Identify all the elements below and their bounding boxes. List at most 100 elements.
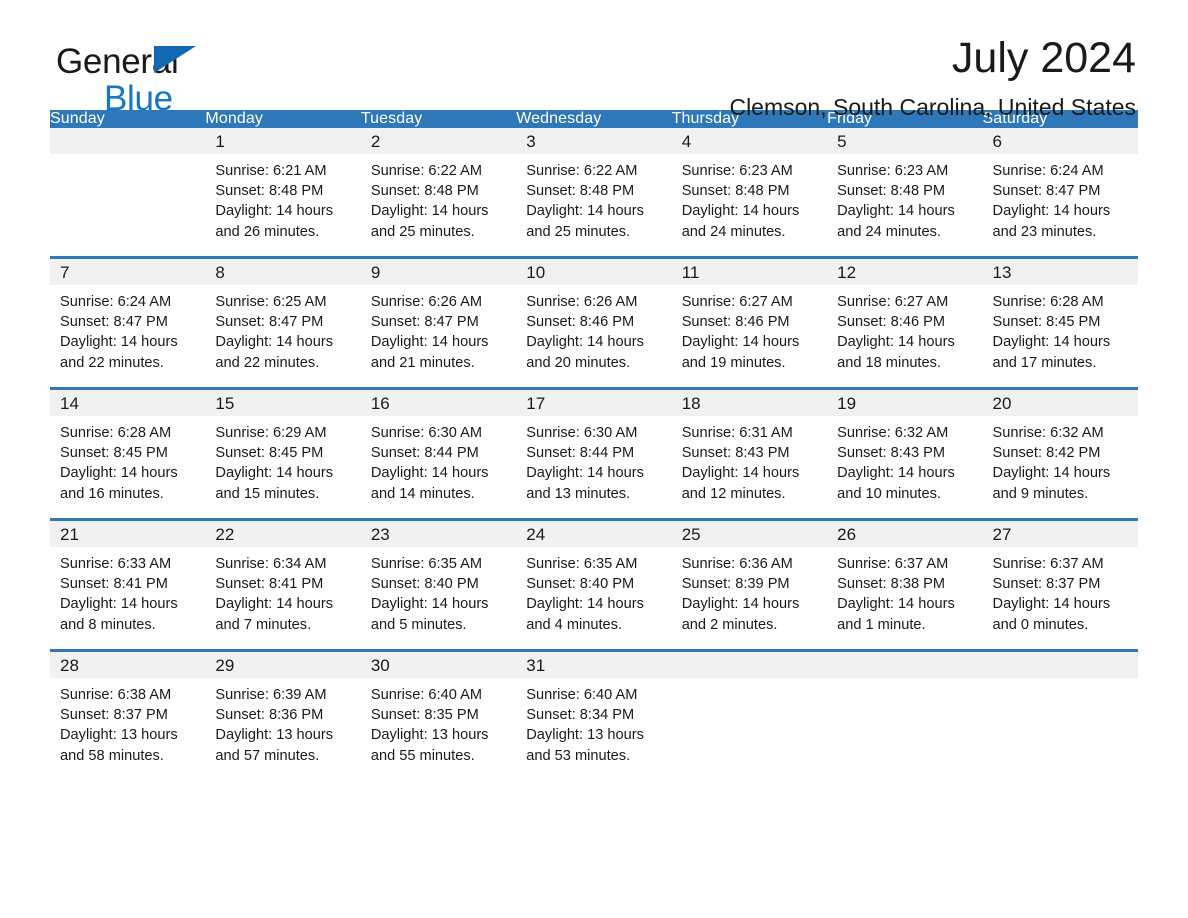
day-cell[interactable]: 9 Sunrise: 6:26 AM Sunset: 8:47 PM Dayli…: [360, 256, 517, 389]
day-number: 2: [360, 128, 517, 154]
day-cell[interactable]: 8 Sunrise: 6:25 AM Sunset: 8:47 PM Dayli…: [205, 256, 361, 389]
day-cell[interactable]: 20 Sunrise: 6:32 AM Sunset: 8:42 PM Dayl…: [982, 387, 1138, 520]
day-number: 1: [205, 128, 361, 154]
day-cell[interactable]: 4 Sunrise: 6:23 AM Sunset: 8:48 PM Dayli…: [671, 128, 828, 258]
day-cell[interactable]: 11 Sunrise: 6:27 AM Sunset: 8:46 PM Dayl…: [671, 256, 828, 389]
day-number: [982, 652, 1138, 678]
day-number: 31: [516, 652, 672, 678]
weekday-header-monday: Monday: [205, 110, 361, 128]
day-details: Sunrise: 6:26 AM Sunset: 8:46 PM Dayligh…: [526, 294, 644, 371]
day-details: Sunrise: 6:37 AM Sunset: 8:38 PM Dayligh…: [837, 556, 955, 633]
day-details: Sunrise: 6:24 AM Sunset: 8:47 PM Dayligh…: [992, 163, 1111, 240]
day-cell[interactable]: 3 Sunrise: 6:22 AM Sunset: 8:48 PM Dayli…: [516, 128, 672, 258]
generalblue-logo[interactable]: General Blue: [56, 44, 196, 116]
day-number: 30: [360, 652, 517, 678]
day-details: [827, 678, 982, 685]
day-number: 29: [205, 652, 361, 678]
day-number: 9: [360, 259, 517, 285]
page-title: July 2024: [951, 34, 1136, 82]
day-cell[interactable]: 26 Sunrise: 6:37 AM Sunset: 8:38 PM Dayl…: [827, 518, 983, 651]
day-cell[interactable]: 17 Sunrise: 6:30 AM Sunset: 8:44 PM Dayl…: [516, 387, 672, 520]
day-details: Sunrise: 6:39 AM Sunset: 8:36 PM Dayligh…: [215, 687, 334, 764]
day-details: Sunrise: 6:36 AM Sunset: 8:39 PM Dayligh…: [681, 556, 800, 633]
day-number: 20: [982, 390, 1138, 416]
day-details: Sunrise: 6:24 AM Sunset: 8:47 PM Dayligh…: [60, 294, 178, 371]
day-cell[interactable]: 21 Sunrise: 6:33 AM Sunset: 8:41 PM Dayl…: [50, 518, 206, 651]
day-details: Sunrise: 6:28 AM Sunset: 8:45 PM Dayligh…: [60, 425, 178, 502]
day-number: 26: [827, 521, 983, 547]
day-cell[interactable]: 23 Sunrise: 6:35 AM Sunset: 8:40 PM Dayl…: [360, 518, 517, 651]
day-details: Sunrise: 6:30 AM Sunset: 8:44 PM Dayligh…: [526, 425, 644, 502]
day-cell[interactable]: 31 Sunrise: 6:40 AM Sunset: 8:34 PM Dayl…: [516, 649, 672, 780]
day-details: Sunrise: 6:32 AM Sunset: 8:42 PM Dayligh…: [992, 425, 1111, 502]
day-cell[interactable]: 19 Sunrise: 6:32 AM Sunset: 8:43 PM Dayl…: [827, 387, 983, 520]
day-number: 11: [671, 259, 828, 285]
day-cell[interactable]: 2 Sunrise: 6:22 AM Sunset: 8:48 PM Dayli…: [360, 128, 517, 258]
day-number: 13: [982, 259, 1138, 285]
day-number: 8: [205, 259, 361, 285]
day-cell[interactable]: 10 Sunrise: 6:26 AM Sunset: 8:46 PM Dayl…: [516, 256, 672, 389]
day-number: 10: [516, 259, 672, 285]
day-cell[interactable]: [827, 649, 983, 780]
calendar-week-row: 14 Sunrise: 6:28 AM Sunset: 8:45 PM Dayl…: [50, 387, 1138, 520]
day-cell[interactable]: 13 Sunrise: 6:28 AM Sunset: 8:45 PM Dayl…: [982, 256, 1138, 389]
day-cell[interactable]: 7 Sunrise: 6:24 AM Sunset: 8:47 PM Dayli…: [50, 256, 206, 389]
day-cell[interactable]: 6 Sunrise: 6:24 AM Sunset: 8:47 PM Dayli…: [982, 128, 1138, 258]
day-number: 5: [827, 128, 983, 154]
weekday-header-tuesday: Tuesday: [360, 110, 517, 128]
day-cell[interactable]: 30 Sunrise: 6:40 AM Sunset: 8:35 PM Dayl…: [360, 649, 517, 780]
calendar-week-row: 1 Sunrise: 6:21 AM Sunset: 8:48 PM Dayli…: [50, 128, 1138, 258]
logo-text-general: General: [56, 44, 196, 79]
day-details: Sunrise: 6:34 AM Sunset: 8:41 PM Dayligh…: [215, 556, 334, 633]
day-number: 6: [982, 128, 1138, 154]
day-details: [983, 678, 1138, 685]
calendar-body: 1 Sunrise: 6:21 AM Sunset: 8:48 PM Dayli…: [50, 128, 1138, 780]
day-number: 18: [671, 390, 828, 416]
day-cell[interactable]: 25 Sunrise: 6:36 AM Sunset: 8:39 PM Dayl…: [671, 518, 828, 651]
day-details: Sunrise: 6:26 AM Sunset: 8:47 PM Dayligh…: [370, 294, 489, 371]
day-details: Sunrise: 6:35 AM Sunset: 8:40 PM Dayligh…: [526, 556, 644, 633]
day-number: 22: [205, 521, 361, 547]
day-cell[interactable]: [982, 649, 1138, 780]
day-cell[interactable]: 16 Sunrise: 6:30 AM Sunset: 8:44 PM Dayl…: [360, 387, 517, 520]
day-number: [50, 128, 206, 154]
day-number: 15: [205, 390, 361, 416]
day-details: Sunrise: 6:22 AM Sunset: 8:48 PM Dayligh…: [370, 163, 489, 240]
day-details: Sunrise: 6:21 AM Sunset: 8:48 PM Dayligh…: [215, 163, 334, 240]
location-subtitle: Clemson, South Carolina, United States: [729, 93, 1136, 120]
day-details: Sunrise: 6:40 AM Sunset: 8:34 PM Dayligh…: [526, 687, 644, 764]
day-cell[interactable]: 5 Sunrise: 6:23 AM Sunset: 8:48 PM Dayli…: [827, 128, 983, 258]
day-cell[interactable]: [671, 649, 828, 780]
day-number: 19: [827, 390, 983, 416]
calendar-page: General Blue July 2024 Clemson, South Ca…: [0, 0, 1188, 918]
day-cell[interactable]: 12 Sunrise: 6:27 AM Sunset: 8:46 PM Dayl…: [827, 256, 983, 389]
day-cell[interactable]: 18 Sunrise: 6:31 AM Sunset: 8:43 PM Dayl…: [671, 387, 828, 520]
day-number: 12: [827, 259, 983, 285]
day-cell[interactable]: 24 Sunrise: 6:35 AM Sunset: 8:40 PM Dayl…: [516, 518, 672, 651]
day-number: 3: [516, 128, 672, 154]
day-details: Sunrise: 6:30 AM Sunset: 8:44 PM Dayligh…: [370, 425, 489, 502]
day-number: 7: [50, 259, 206, 285]
day-details: Sunrise: 6:31 AM Sunset: 8:43 PM Dayligh…: [681, 425, 800, 502]
day-cell[interactable]: 27 Sunrise: 6:37 AM Sunset: 8:37 PM Dayl…: [982, 518, 1138, 651]
day-number: 4: [671, 128, 828, 154]
day-cell[interactable]: 1 Sunrise: 6:21 AM Sunset: 8:48 PM Dayli…: [205, 128, 361, 258]
day-number: 16: [360, 390, 517, 416]
day-details: [50, 154, 205, 161]
day-cell[interactable]: 29 Sunrise: 6:39 AM Sunset: 8:36 PM Dayl…: [205, 649, 361, 780]
day-cell[interactable]: 22 Sunrise: 6:34 AM Sunset: 8:41 PM Dayl…: [205, 518, 361, 651]
day-cell[interactable]: [50, 128, 206, 258]
day-details: Sunrise: 6:29 AM Sunset: 8:45 PM Dayligh…: [215, 425, 334, 502]
day-cell[interactable]: 15 Sunrise: 6:29 AM Sunset: 8:45 PM Dayl…: [205, 387, 361, 520]
day-details: Sunrise: 6:28 AM Sunset: 8:45 PM Dayligh…: [992, 294, 1111, 371]
title-block: July 2024 Clemson, South Carolina, Unite…: [729, 34, 1136, 121]
day-details: Sunrise: 6:35 AM Sunset: 8:40 PM Dayligh…: [370, 556, 489, 633]
day-cell[interactable]: 14 Sunrise: 6:28 AM Sunset: 8:45 PM Dayl…: [50, 387, 206, 520]
triangle-icon: [154, 46, 196, 73]
day-number: 24: [516, 521, 672, 547]
day-cell[interactable]: 28 Sunrise: 6:38 AM Sunset: 8:37 PM Dayl…: [50, 649, 206, 780]
calendar-table: Sunday Monday Tuesday Wednesday Thursday…: [50, 110, 1138, 780]
day-number: 14: [50, 390, 206, 416]
day-details: Sunrise: 6:23 AM Sunset: 8:48 PM Dayligh…: [837, 163, 955, 240]
day-details: Sunrise: 6:23 AM Sunset: 8:48 PM Dayligh…: [681, 163, 800, 240]
